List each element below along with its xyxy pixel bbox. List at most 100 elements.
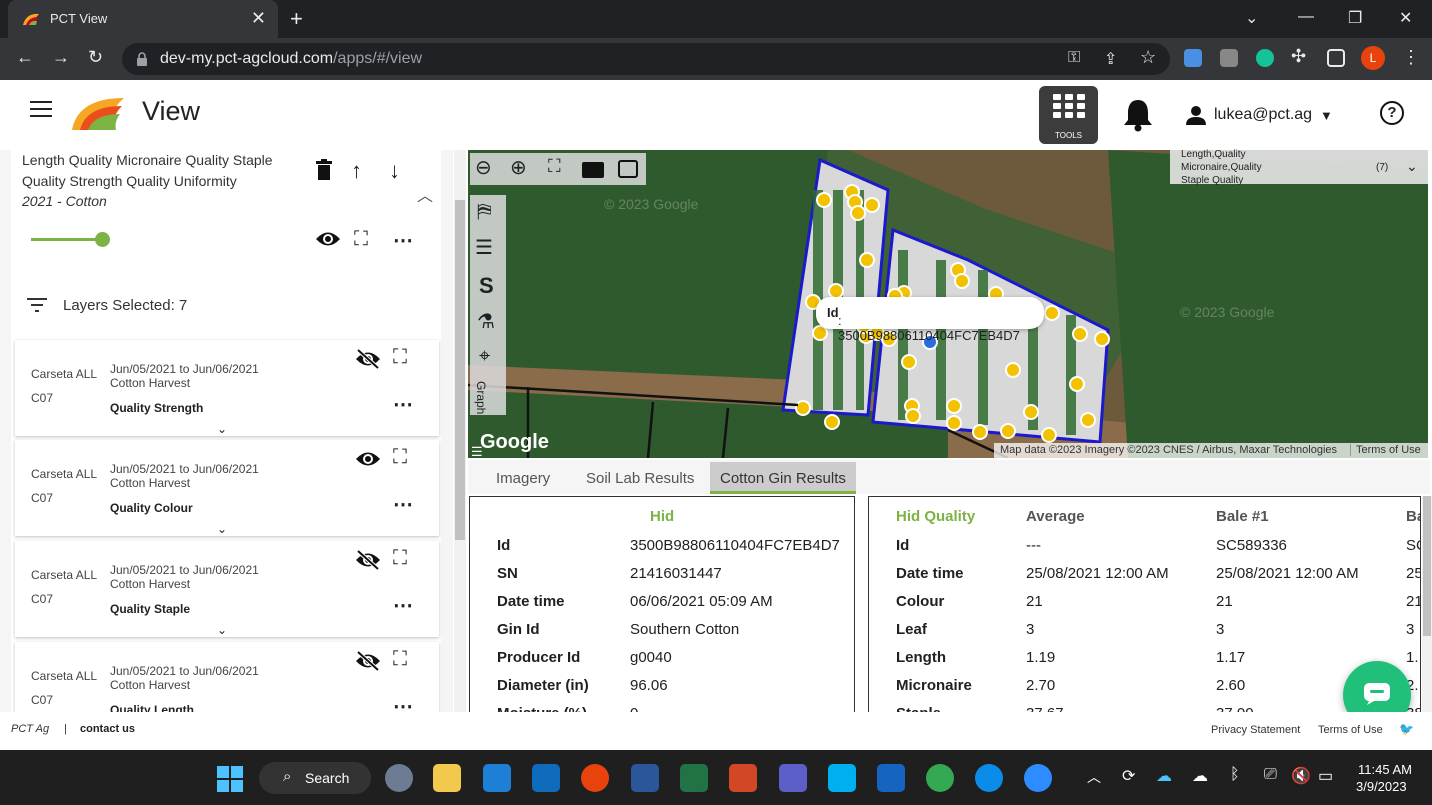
fullscreen-icon[interactable]: ⛶ — [393, 648, 407, 671]
outlook-icon[interactable] — [532, 764, 560, 792]
move-down-icon[interactable]: ↓ — [389, 158, 400, 184]
sync-icon[interactable]: ⟳ — [1122, 766, 1135, 786]
more-options-icon[interactable]: ⋯ — [393, 694, 413, 712]
flask-icon[interactable]: ⚗ — [477, 309, 495, 334]
dollar-icon[interactable]: S — [479, 273, 494, 299]
excel-icon[interactable] — [680, 764, 708, 792]
bookmark-star-icon[interactable]: ☆ — [1140, 47, 1156, 68]
eye-icon[interactable] — [355, 448, 381, 476]
file-explorer-icon[interactable] — [433, 764, 461, 792]
opacity-slider[interactable] — [31, 238, 103, 241]
extension-r-icon[interactable] — [1220, 49, 1238, 67]
layer-card[interactable]: Carseta ALL C07 Jun/05/2021 to Jun/06/202… — [15, 440, 439, 536]
graph-tab[interactable]: Graph — [474, 381, 488, 414]
layer-card[interactable]: Carseta ALL C07 Jun/05/2021 to Jun/06/202… — [15, 541, 439, 637]
expand-chevron-icon[interactable]: ⌄ — [217, 623, 227, 637]
fullscreen-icon[interactable]: ⛶ — [393, 446, 407, 469]
forward-icon[interactable]: → — [52, 47, 70, 68]
back-icon[interactable]: ← — [16, 47, 34, 68]
eye-off-icon[interactable] — [355, 650, 381, 678]
more-options-icon[interactable]: ⋯ — [393, 392, 413, 417]
mail-icon[interactable] — [483, 764, 511, 792]
hamburger-menu-icon[interactable] — [30, 101, 52, 122]
privacy-link[interactable]: Privacy Statement — [1211, 724, 1300, 736]
tab-cotton-gin-results[interactable]: Cotton Gin Results — [710, 462, 856, 494]
zoom-out-icon[interactable]: ⊖ — [475, 155, 492, 180]
zoom-icon[interactable] — [1024, 764, 1052, 792]
layer-card[interactable]: Carseta ALL C07 Jun/05/2021 to Jun/06/202… — [15, 340, 439, 436]
teams-icon[interactable] — [779, 764, 807, 792]
filter-icon[interactable] — [27, 298, 47, 312]
eye-off-icon[interactable] — [355, 549, 381, 577]
help-icon[interactable]: ? — [1380, 101, 1404, 125]
twitter-icon[interactable]: 🐦 — [1399, 722, 1414, 736]
key-icon[interactable]: ⚿ — [1068, 49, 1080, 67]
table-scrollbar[interactable] — [1422, 496, 1432, 713]
browser-menu-icon[interactable]: ⋮ — [1402, 47, 1420, 68]
expand-chevron-icon[interactable]: ⌄ — [217, 522, 227, 536]
side-panel-icon[interactable] — [1327, 49, 1345, 67]
onedrive-icon[interactable]: ☁ — [1156, 766, 1172, 786]
trash-icon[interactable] — [316, 159, 332, 181]
minimize-icon[interactable]: — — [1298, 8, 1314, 26]
tab-close-icon[interactable]: ✕ — [251, 8, 266, 29]
tab-soil-lab-results[interactable]: Soil Lab Results — [576, 462, 704, 494]
map-layers-icon[interactable]: ⛿ — [477, 201, 492, 224]
clock-date[interactable]: 3/9/2023 — [1356, 779, 1407, 794]
zoom-extent-icon[interactable]: ⛶ — [548, 156, 561, 177]
new-tab-button[interactable]: + — [290, 6, 303, 32]
fullscreen-icon[interactable]: ⛶ — [393, 547, 407, 570]
tab-imagery[interactable]: Imagery — [486, 462, 560, 494]
camera-icon[interactable] — [618, 160, 638, 178]
chrome-profile-icon[interactable] — [926, 764, 954, 792]
more-options-icon[interactable]: ⋯ — [393, 593, 413, 618]
fullscreen-icon[interactable]: ⛶ — [393, 346, 407, 369]
opacity-slider-handle[interactable] — [95, 232, 110, 247]
location-icon[interactable]: ⌖ — [479, 345, 490, 368]
bluetooth-icon[interactable]: ᛒ — [1230, 766, 1240, 784]
share-icon[interactable]: ⇪ — [1104, 49, 1117, 69]
layer-dropdown[interactable]: Length,Quality Micronaire,Quality Staple Q… — [1170, 149, 1428, 186]
more-options-icon[interactable]: ⋯ — [393, 228, 413, 253]
stack-icon[interactable]: ☰ — [475, 235, 493, 260]
window-close-icon[interactable]: ✕ — [1399, 8, 1412, 28]
edge-icon[interactable] — [975, 764, 1003, 792]
briefcase-icon[interactable] — [582, 162, 604, 178]
battery-icon[interactable]: ▭ — [1318, 766, 1333, 786]
expand-chevron-icon[interactable]: ⌄ — [217, 422, 227, 436]
terms-link[interactable]: Terms of Use — [1318, 724, 1383, 736]
map-terms-link[interactable]: Terms of Use — [1350, 444, 1421, 456]
eye-icon[interactable] — [315, 230, 341, 248]
chrome-icon[interactable] — [581, 764, 609, 792]
address-bar[interactable]: dev-my.pct-agcloud.com/apps/#/view ⚿ ⇪ ☆ — [122, 43, 1170, 75]
skype-icon[interactable] — [828, 764, 856, 792]
word-icon[interactable] — [631, 764, 659, 792]
app-icon[interactable] — [877, 764, 905, 792]
powerpoint-icon[interactable] — [729, 764, 757, 792]
notification-bell-icon[interactable] — [1122, 98, 1154, 132]
extensions-puzzle-icon[interactable]: ✣ — [1291, 46, 1306, 67]
cloud-icon[interactable]: ☁ — [1192, 766, 1208, 786]
tools-button[interactable]: TOOLS — [1039, 86, 1098, 144]
left-panel-scrollbar[interactable] — [454, 150, 466, 712]
extension-cloud-icon[interactable] — [1184, 49, 1202, 67]
user-dropdown-icon[interactable]: ▼ — [1320, 108, 1333, 123]
grammarly-icon[interactable] — [1256, 49, 1274, 67]
panel-resize-icon[interactable]: ☰ — [471, 444, 483, 460]
layer-card[interactable]: Carseta ALL C07 Jun/05/2021 to Jun/06/202… — [15, 642, 439, 712]
profile-avatar[interactable]: L — [1361, 46, 1385, 70]
settings-app-icon[interactable] — [385, 764, 413, 792]
restore-icon[interactable]: ❐ — [1348, 8, 1362, 28]
eye-off-icon[interactable] — [355, 348, 381, 376]
fullscreen-icon[interactable]: ⛶ — [354, 228, 368, 251]
clock-time[interactable]: 11:45 AM — [1358, 762, 1412, 777]
reload-icon[interactable]: ↻ — [88, 47, 103, 68]
dropdown-chevron-icon[interactable]: ⌄ — [1406, 158, 1418, 175]
zoom-in-icon[interactable]: ⊕ — [510, 155, 527, 180]
collapse-chevron-icon[interactable]: ︿ — [417, 182, 433, 206]
move-up-icon[interactable]: ↑ — [351, 158, 362, 184]
network-icon[interactable]: ⎚ — [1264, 766, 1277, 784]
volume-muted-icon[interactable]: 🔇 — [1291, 766, 1311, 786]
tab-search-icon[interactable]: ⌄ — [1245, 8, 1258, 28]
tray-chevron-icon[interactable]: ︿ — [1087, 767, 1101, 787]
